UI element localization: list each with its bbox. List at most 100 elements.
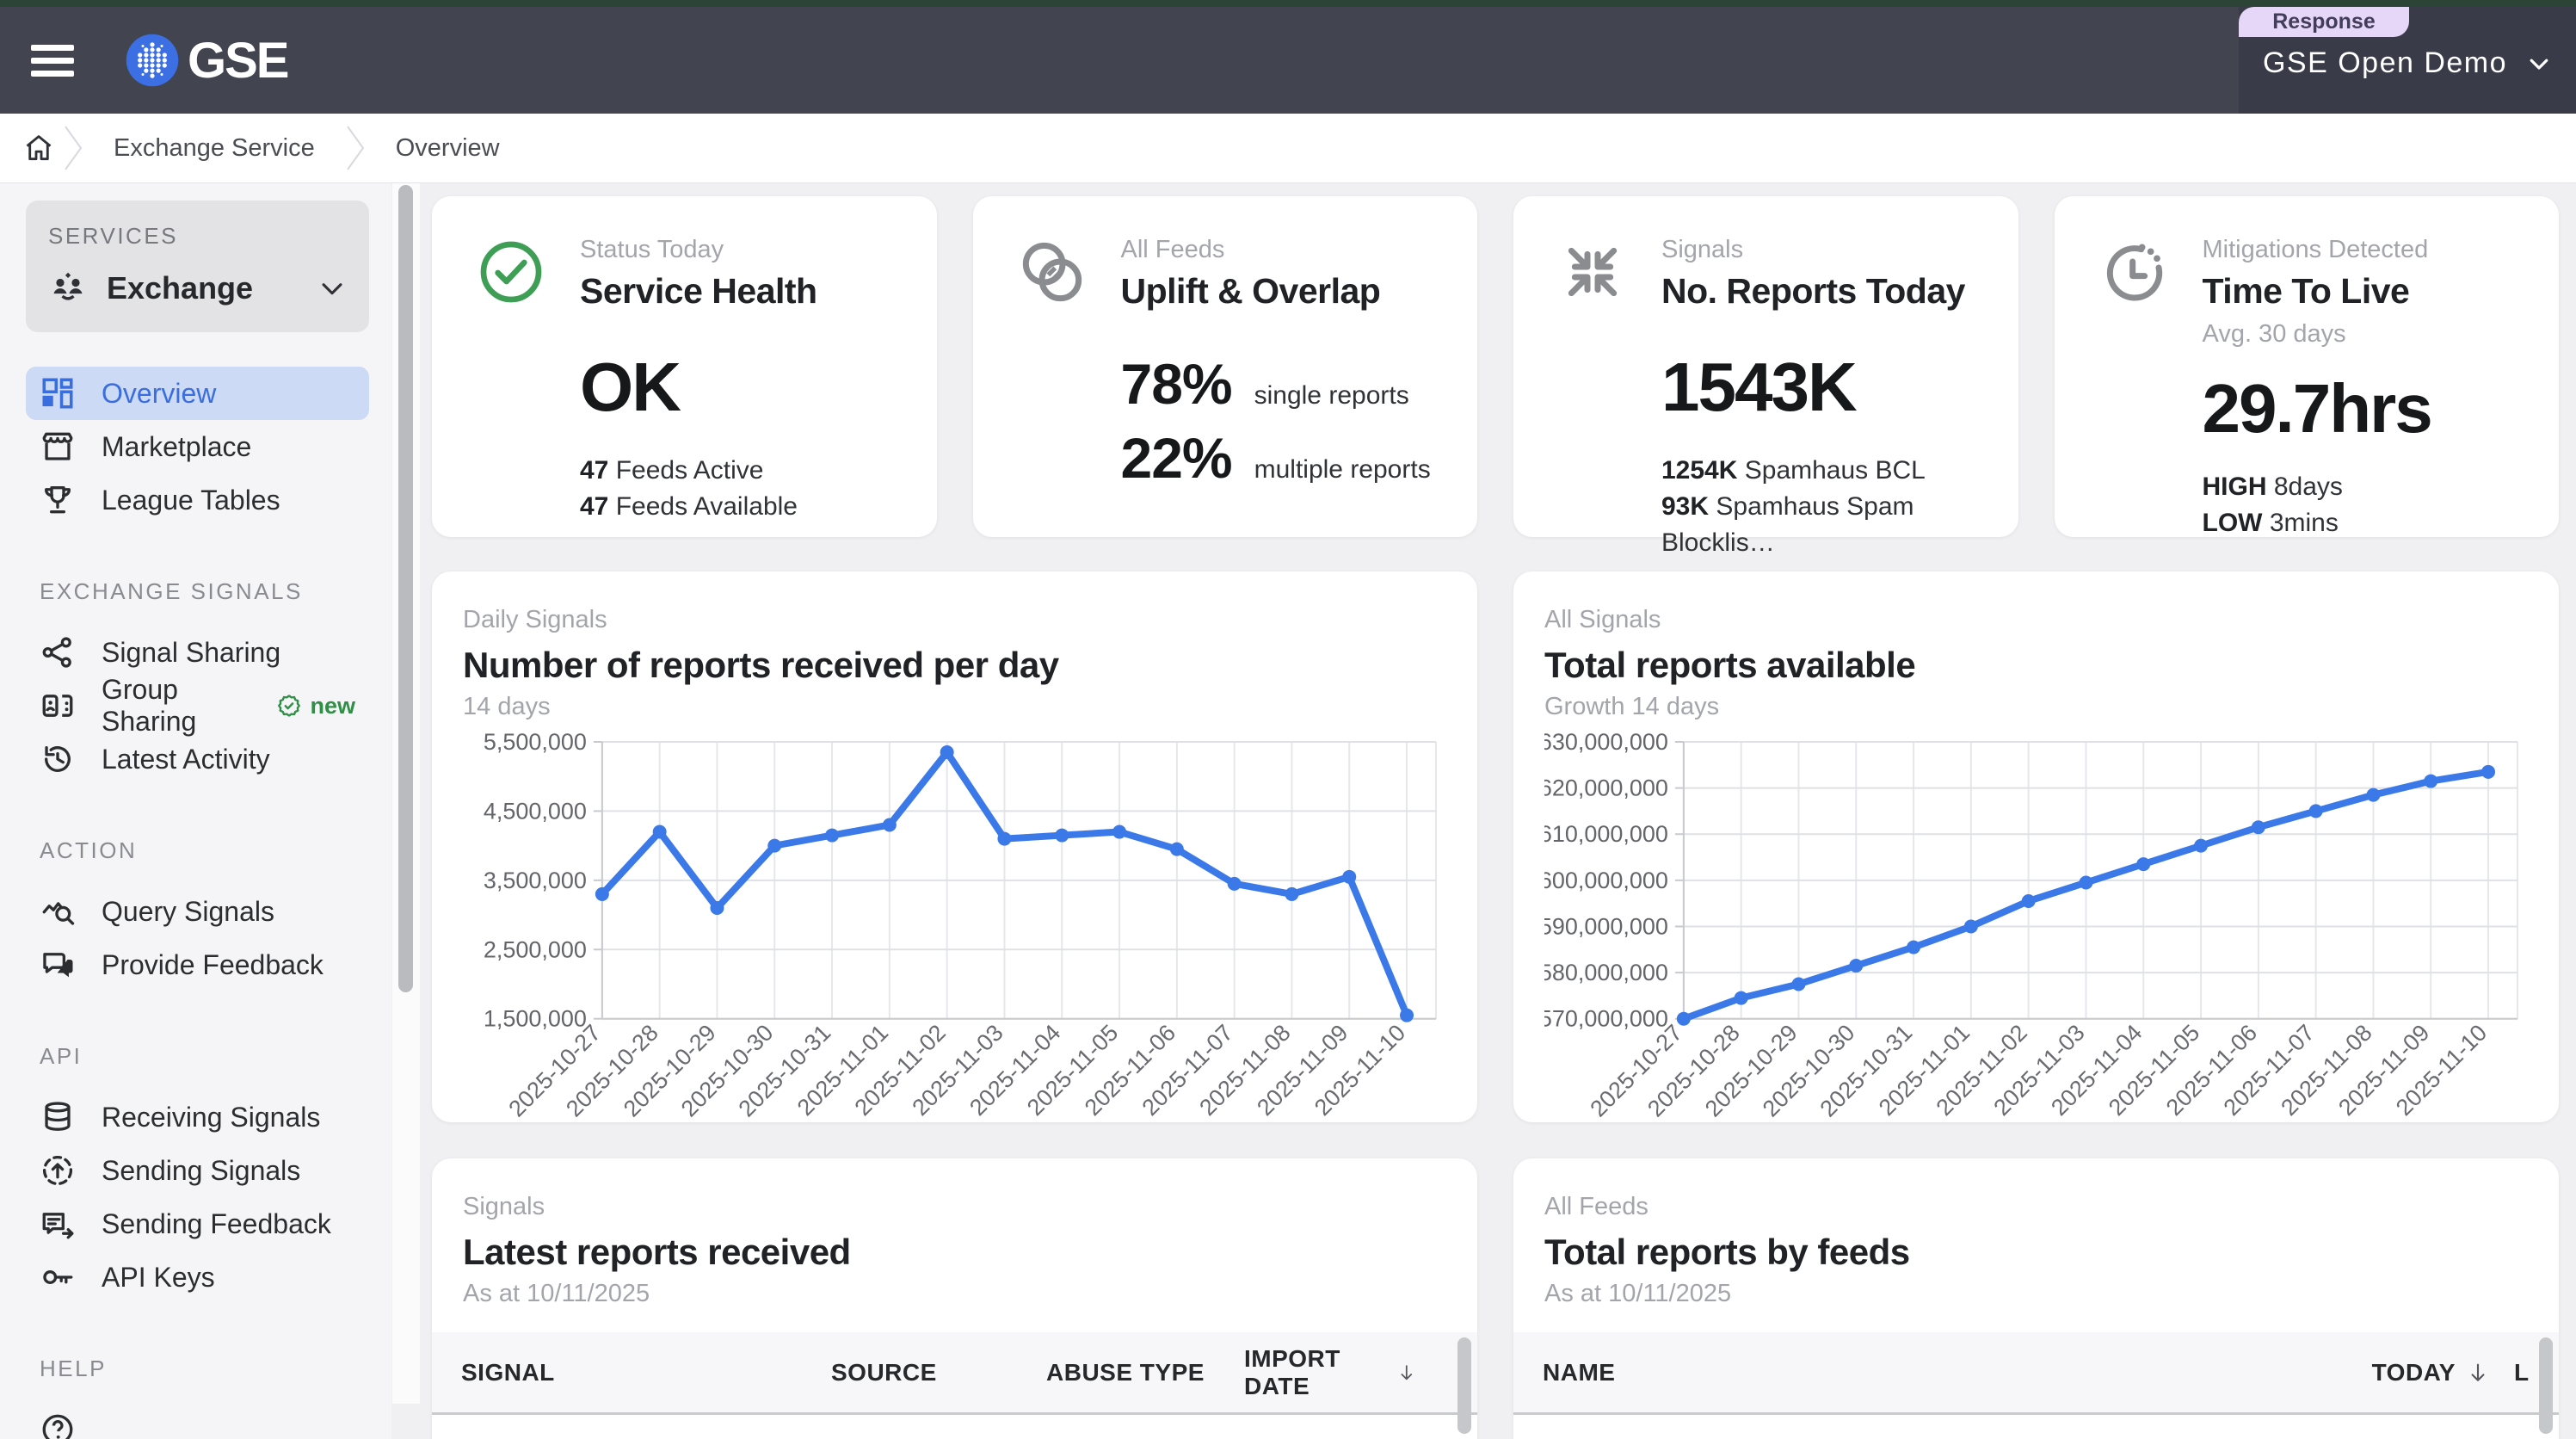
chart-subtitle: Growth 14 days	[1544, 693, 2530, 721]
breadcrumb: Exchange Service Overview	[0, 114, 2576, 183]
sidebar-item-receiving-signals[interactable]: Receiving Signals	[26, 1090, 369, 1144]
new-badge-label: new	[310, 693, 355, 720]
storefront-icon	[40, 429, 76, 465]
card-title: Uplift & Overlap	[1121, 271, 1431, 312]
svg-text:3,500,000: 3,500,000	[484, 868, 587, 893]
breadcrumb-item-exchange-service[interactable]: Exchange Service	[91, 134, 337, 163]
page-scrollbar-track[interactable]	[392, 183, 420, 1404]
table-header-row: SIGNAL SOURCE ABUSE TYPE IMPORT DATE	[432, 1332, 1477, 1415]
column-header-source: SOURCE	[831, 1359, 1046, 1387]
table-asof: As at 10/11/2025	[463, 1280, 1446, 1308]
upload-circle-icon	[40, 1152, 76, 1189]
reports-by-feeds-table-card: All Feeds Total reports by feeds As at 1…	[1513, 1158, 2559, 1439]
account-menu[interactable]: GSE Open Demo	[2239, 46, 2576, 80]
service-selector-label: Exchange	[107, 270, 299, 306]
ttl-details: HIGH 8days LOW 3mins	[2203, 469, 2431, 541]
chart-subtitle: 14 days	[463, 693, 1448, 721]
total-reports-line-chart: 570,000,000580,000,000590,000,000600,000…	[1544, 728, 2530, 1122]
service-selector[interactable]: Exchange	[48, 269, 347, 308]
sort-descending-icon	[2466, 1361, 2490, 1385]
sidebar-item-league-tables[interactable]: League Tables	[26, 473, 369, 527]
action-section-label: ACTION	[40, 837, 369, 864]
gse-logo[interactable]: GSE	[124, 32, 288, 90]
sidebar-item-sending-feedback[interactable]: Sending Feedback	[26, 1197, 369, 1251]
chevron-down-icon	[317, 274, 347, 303]
uplift-overlap-card: All Feeds Uplift & Overlap 78%single rep…	[973, 196, 1478, 537]
page-scrollbar-thumb[interactable]	[398, 185, 413, 992]
sidebar-item-label: Latest Activity	[102, 744, 270, 775]
card-eyebrow: Mitigations Detected	[2203, 236, 2431, 264]
svg-text:630,000,000: 630,000,000	[1544, 729, 1668, 755]
verified-check-icon	[276, 693, 302, 719]
table-scrollbar-thumb[interactable]	[1457, 1337, 1471, 1434]
gse-globe-icon	[124, 32, 181, 89]
query-chart-icon	[40, 893, 76, 929]
uplift-metrics: 78% single reports 22% multiple reports	[1121, 351, 1431, 491]
sidebar-nav-action: Query Signals Provide Feedback	[26, 885, 369, 991]
column-header-today[interactable]: TODAY	[2305, 1359, 2490, 1387]
card-eyebrow: Signals	[1661, 236, 1994, 264]
import-date-cell: 2025-11-10 15:53:28	[1244, 1435, 1417, 1439]
single-reports-value: 78%	[1121, 351, 1232, 417]
svg-text:620,000,000: 620,000,000	[1544, 775, 1668, 801]
single-reports-label: single reports	[1254, 381, 1409, 411]
breadcrumb-item-overview[interactable]: Overview	[373, 134, 522, 163]
overlap-circles-icon	[1018, 236, 1087, 537]
hamburger-menu-icon[interactable]	[31, 38, 74, 83]
sidebar-item-label: Marketplace	[102, 431, 251, 463]
sidebar-item-provide-feedback[interactable]: Provide Feedback	[26, 938, 369, 991]
sidebar-item-label: API Keys	[102, 1262, 215, 1294]
card-title: Service Health	[580, 271, 817, 312]
sidebar-item-help[interactable]	[26, 1403, 369, 1439]
card-title: Time To Live	[2203, 271, 2431, 312]
sidebar-item-group-sharing[interactable]: Group Sharing new	[26, 679, 369, 732]
sidebar-item-query-signals[interactable]: Query Signals	[26, 885, 369, 938]
clock-icon	[2099, 236, 2168, 537]
database-icon	[40, 1099, 76, 1135]
sidebar-item-overview[interactable]: Overview	[26, 367, 369, 420]
sidebar-item-label: League Tables	[102, 485, 280, 516]
svg-text:4,500,000: 4,500,000	[484, 798, 587, 824]
home-icon[interactable]	[22, 132, 55, 164]
chart-title: Number of reports received per day	[463, 645, 1448, 686]
card-title: No. Reports Today	[1661, 271, 1994, 312]
exchange-people-icon	[48, 269, 88, 308]
sidebar-item-latest-activity[interactable]: Latest Activity	[26, 732, 369, 786]
api-section-label: API	[40, 1043, 369, 1070]
sidebar-item-label: Receiving Signals	[102, 1102, 320, 1133]
svg-text:570,000,000: 570,000,000	[1544, 1006, 1668, 1032]
chart-title: Total reports available	[1544, 645, 2530, 686]
sidebar-item-sending-signals[interactable]: Sending Signals	[26, 1144, 369, 1197]
table-row[interactable]: https://someredactedurl.com Spamhaus BCL…	[432, 1415, 1477, 1439]
check-circle-icon	[477, 236, 545, 537]
chat-bubbles-icon	[40, 947, 76, 983]
table-scrollbar-thumb[interactable]	[2539, 1337, 2553, 1434]
sidebar-item-api-keys[interactable]: API Keys	[26, 1251, 369, 1304]
table-row[interactable]: Spamhaus BCL (malware) 1254099 1	[1513, 1415, 2559, 1439]
sidebar-item-signal-sharing[interactable]: Signal Sharing	[26, 626, 369, 679]
multiple-reports-value: 22%	[1121, 425, 1232, 491]
charts-row: Daily Signals Number of reports received…	[432, 571, 2559, 1122]
tables-row: Signals Latest reports received As at 10…	[432, 1158, 2559, 1439]
reports-today-details: 1254K Spamhaus BCL 93K Spamhaus Spam Blo…	[1661, 453, 1994, 561]
table-title: Latest reports received	[463, 1232, 1446, 1273]
stat-cards-row: Status Today Service Health OK 47 Feeds …	[432, 196, 2559, 537]
svg-text:580,000,000: 580,000,000	[1544, 960, 1668, 985]
sidebar-item-label: Group Sharing	[102, 674, 250, 738]
sidebar: SERVICES Exchange Overview Marketplace	[0, 183, 391, 1439]
svg-text:5,500,000: 5,500,000	[484, 729, 587, 755]
column-header-abuse-type: ABUSE TYPE	[1046, 1359, 1244, 1387]
breadcrumb-separator	[344, 123, 367, 173]
multiple-reports-label: multiple reports	[1254, 455, 1431, 485]
sidebar-item-label: Signal Sharing	[102, 637, 280, 669]
daily-reports-line-chart: 1,500,0002,500,0003,500,0004,500,0005,50…	[463, 728, 1448, 1122]
trophy-icon	[40, 482, 76, 518]
sidebar-nav-api: Receiving Signals Sending Signals Sendin…	[26, 1090, 369, 1304]
reports-today-value: 1543K	[1661, 348, 1994, 427]
column-header-import-date[interactable]: IMPORT DATE	[1244, 1345, 1417, 1400]
sidebar-item-marketplace[interactable]: Marketplace	[26, 420, 369, 473]
services-section-label: SERVICES	[48, 223, 347, 250]
daily-reports-chart-card: Daily Signals Number of reports received…	[432, 571, 1477, 1122]
sidebar-nav-help	[26, 1403, 369, 1439]
account-panel: Response GSE Open Demo	[2239, 7, 2576, 114]
